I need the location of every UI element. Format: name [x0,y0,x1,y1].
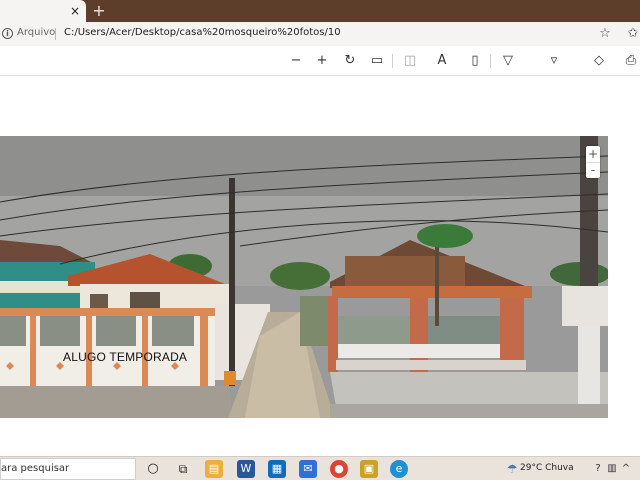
source-label[interactable]: Arquivo [17,27,55,38]
url-field[interactable]: C:/Users/Acer/Desktop/casa%20mosqueiro%2… [64,27,341,38]
rotate-icon[interactable]: ↻ [341,53,359,69]
toolbar-separator [392,54,393,68]
weather-icon[interactable]: ☂ [505,461,519,477]
fit-page-icon[interactable]: ▭ [368,53,386,69]
street-view-photo: ALUGO TEMPORADA + - [0,136,608,418]
taskbar: ara pesquisar ○ ⧉ ▤ W ▦ ✉ ● ▣ e ☂ 29°C C… [0,456,640,480]
favorites-icon[interactable]: ✩ [626,26,640,42]
rent-sign-text: ALUGO TEMPORADA [63,350,188,364]
erase-icon[interactable]: ◇ [590,53,608,69]
task-view-icon[interactable]: ⧉ [174,460,192,478]
draw-icon[interactable]: ▽ [499,53,517,69]
file-explorer-icon[interactable]: ▤ [205,460,223,478]
screen: × + i Arquivo C:/Users/Acer/Desktop/casa… [0,0,640,480]
mail-icon[interactable]: ✉ [299,460,317,478]
map-zoom-out-button[interactable]: - [586,162,600,178]
active-tab[interactable]: × [0,0,86,22]
tab-strip: × + [0,0,640,22]
document-area: ALUGO TEMPORADA + - [0,77,640,456]
toolbar-separator [490,54,491,68]
map-zoom-control: + - [586,146,600,178]
zoom-out-icon[interactable]: − [287,53,305,69]
close-tab-icon[interactable]: × [68,3,82,19]
highlight-icon[interactable]: ▿ [545,53,563,69]
chrome-icon[interactable]: ● [330,460,348,478]
page-view-icon[interactable]: ◫ [401,53,419,69]
info-icon[interactable]: i [2,28,13,39]
taskbar-search[interactable]: ara pesquisar [0,458,136,480]
store-icon[interactable]: ▦ [268,460,286,478]
search-placeholder: ara pesquisar [1,463,70,474]
cortana-icon[interactable]: ○ [144,460,162,478]
viewer-toolbar: − + ↻ ▭ ◫ A ▯ ▽ ▿ ◇ ⎙ [0,46,640,76]
map-zoom-in-button[interactable]: + [586,146,600,162]
weather-text[interactable]: 29°C Chuva [520,463,574,473]
tray-chevron-icon[interactable]: ^ [620,462,632,476]
address-bar: i Arquivo C:/Users/Acer/Desktop/casa%20m… [0,22,640,46]
word-icon[interactable]: W [237,460,255,478]
app-icon[interactable]: ▣ [360,460,378,478]
tray-network-icon[interactable]: ▥ [606,462,618,476]
tray-help-icon[interactable]: ? [592,462,604,476]
zoom-in-icon[interactable]: + [313,53,331,69]
street-scene [0,136,608,418]
address-separator [55,28,56,40]
new-tab-icon[interactable]: + [91,2,107,20]
edge-icon[interactable]: e [390,460,408,478]
print-icon[interactable]: ⎙ [622,53,640,69]
read-aloud-icon[interactable]: A [433,53,451,69]
add-favorite-icon[interactable]: ☆ [598,26,612,42]
immersive-reader-icon[interactable]: ▯ [466,53,484,69]
